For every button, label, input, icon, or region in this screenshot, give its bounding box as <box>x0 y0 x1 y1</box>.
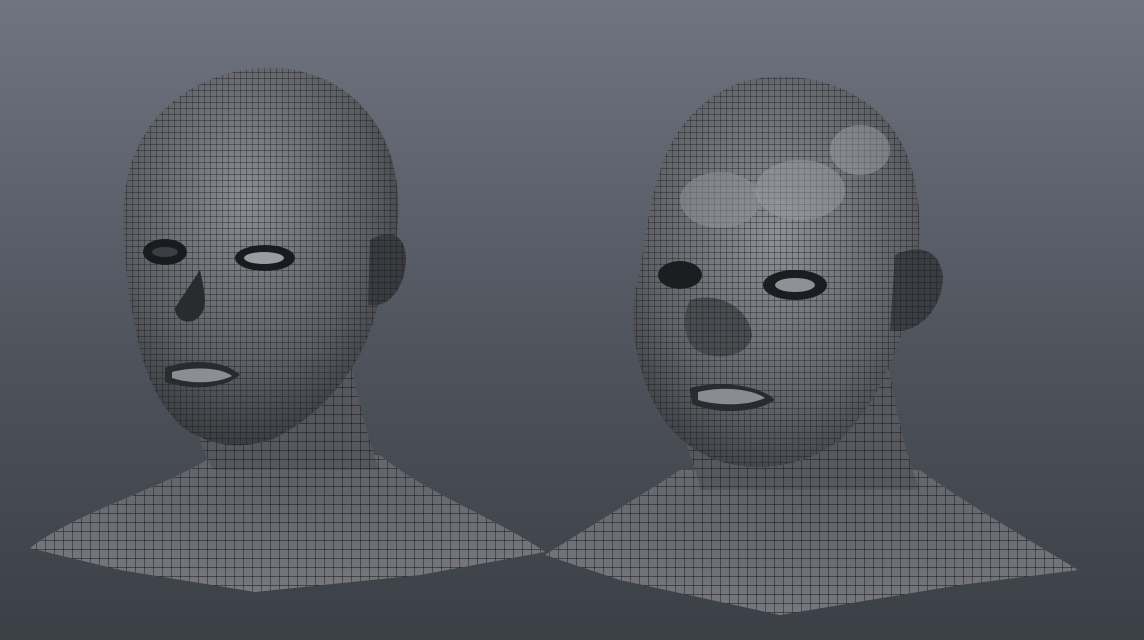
creature-head-forehead-lump <box>680 172 760 228</box>
creature-head-model[interactable] <box>545 76 1078 615</box>
creature-head-left-eye <box>658 261 702 289</box>
viewport-canvas[interactable] <box>0 0 1144 640</box>
3d-viewport[interactable] <box>0 0 1144 640</box>
base-head-model[interactable] <box>30 67 545 592</box>
